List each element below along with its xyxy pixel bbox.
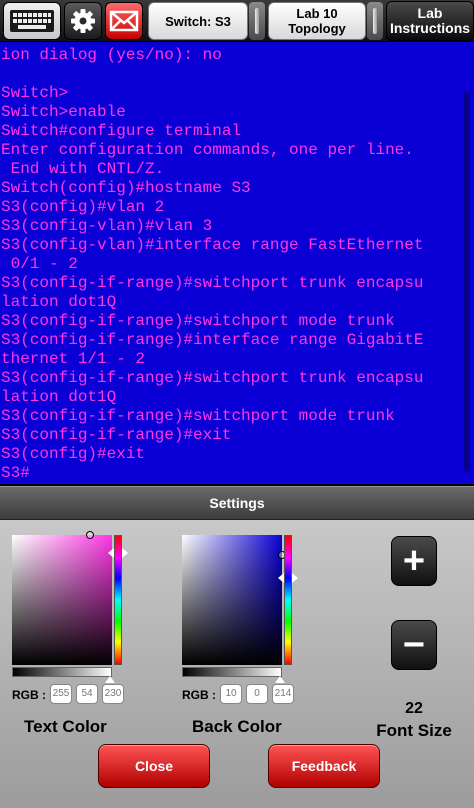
terminal-line: Switch(config)#hostname S3 [1,179,251,197]
terminal-console[interactable]: ion dialog (yes/no): no Switch> Switch>ena… [0,42,474,484]
keyboard-icon [10,10,54,32]
back-color-b-input[interactable]: 214 [272,684,294,704]
tab-lab-topology[interactable]: Lab 10 Topology [268,2,366,40]
back-color-label: Back Color [192,717,282,736]
mail-button[interactable] [105,2,143,40]
toolbar: Switch: S3 Lab 10 Topology Lab Instructi… [0,0,474,42]
terminal-line: Enter configuration commands, one per li… [1,141,414,159]
terminal-line: S3(config)#vlan 2 [1,198,165,216]
terminal-line: 0/1 - 2 [1,255,78,273]
terminal-line: S3(config-vlan)#vlan 3 [1,217,213,235]
terminal-line: S3(config-if-range)#switchport trunk enc… [1,274,424,292]
settings-title: Settings [0,486,474,520]
tab-separator [367,2,383,40]
terminal-line: S3(config-if-range)#interface range Giga… [1,331,424,349]
feedback-button[interactable]: Feedback [268,744,380,788]
terminal-scrollbar[interactable] [464,92,470,472]
terminal-line: S3(config-if-range)#switchport mode trun… [1,312,395,330]
terminal-line: Switch> [1,84,69,102]
close-button[interactable]: Close [98,744,210,788]
text-color-hue-slider[interactable] [114,535,122,665]
terminal-line: lation dot1Q [1,293,117,311]
font-size-increase-button[interactable]: + [391,536,437,586]
font-size-value: 22 [405,700,423,717]
back-color-rgb-label: RGB : [182,688,216,702]
text-color-brightness-marker[interactable] [105,676,115,683]
terminal-line: S3(config)#exit [1,445,146,463]
gear-icon [71,9,95,33]
terminal-line: S3# [1,464,30,482]
terminal-line: Switch>enable [1,103,126,121]
text-color-label: Text Color [24,717,107,736]
lab-instructions-button[interactable]: Lab Instructions [386,1,474,41]
back-color-brightness-slider[interactable] [182,667,282,677]
mail-icon [109,10,139,32]
text-color-saturation-picker[interactable] [12,531,112,665]
back-color-hue-marker-left[interactable] [278,573,284,583]
font-size-decrease-button[interactable]: − [391,620,437,670]
terminal-line: thernet 1/1 - 2 [1,350,146,368]
text-color-rgb-label: RGB : [12,688,46,702]
back-color-g-input[interactable]: 0 [246,684,268,704]
settings-button[interactable] [64,2,102,40]
tab-switch-s3[interactable]: Switch: S3 [148,2,248,40]
terminal-line: Switch#configure terminal [1,122,242,140]
text-color-hue-marker-left[interactable] [108,548,114,558]
terminal-line: End with CNTL/Z. [1,160,165,178]
text-color-r-input[interactable]: 255 [50,684,72,704]
text-color-b-input[interactable]: 230 [102,684,124,704]
terminal-line: ion dialog (yes/no): no [1,46,222,64]
text-color-g-input[interactable]: 54 [76,684,98,704]
text-color-hue-marker-right[interactable] [122,548,128,558]
terminal-line: S3(config-if-range)#switchport mode trun… [1,407,395,425]
keyboard-button[interactable] [3,2,61,40]
back-color-r-input[interactable]: 10 [220,684,242,704]
terminal-line: S3(config-if-range)#exit [1,426,232,444]
tab-separator [249,2,265,40]
terminal-line: S3(config-if-range)#switchport trunk enc… [1,369,424,387]
back-color-brightness-marker[interactable] [275,676,285,683]
terminal-line: lation dot1Q [1,388,117,406]
back-color-saturation-picker[interactable] [182,535,286,665]
text-color-picker-handle[interactable] [86,531,94,539]
terminal-line: S3(config-vlan)#interface range FastEthe… [1,236,424,254]
back-color-hue-slider[interactable] [284,535,292,665]
back-color-hue-marker-right[interactable] [292,573,298,583]
font-size-label: Font Size [376,721,452,740]
text-color-brightness-slider[interactable] [12,667,112,677]
